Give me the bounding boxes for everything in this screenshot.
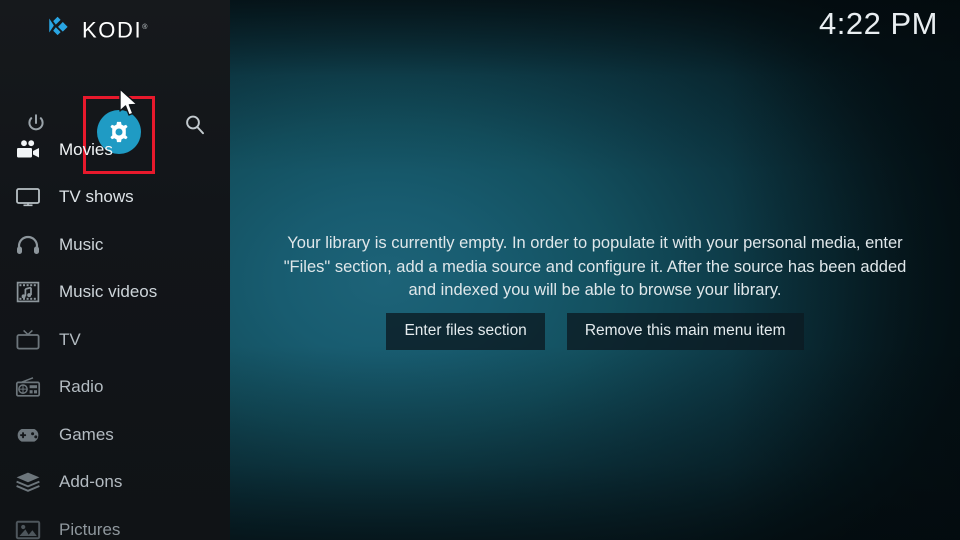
sidebar-item-label: Games: [59, 424, 114, 444]
sidebar-item-tv[interactable]: TV: [0, 316, 230, 364]
app-name: KODI®: [82, 17, 148, 43]
trademark-symbol: ®: [142, 24, 148, 31]
clock: 4:22 PM: [819, 6, 938, 41]
sidebar-item-games[interactable]: Games: [0, 411, 230, 459]
sidebar-item-label: TV shows: [59, 187, 134, 207]
sidebar-item-radio[interactable]: Radio: [0, 364, 230, 412]
main-content-area: Your library is currently empty. In orde…: [230, 0, 960, 540]
movie-camera-icon: [8, 135, 48, 165]
sidebar-item-label: Radio: [59, 377, 104, 397]
sidebar-item-label: Music: [59, 234, 104, 254]
sidebar-item-tv-shows[interactable]: TV shows: [0, 174, 230, 222]
sidebar-item-music[interactable]: Music: [0, 221, 230, 269]
action-button-group: Enter files section Remove this main men…: [230, 313, 960, 350]
sidebar-item-label: Pictures: [59, 519, 121, 539]
television-icon: [8, 182, 48, 212]
sidebar-item-movies[interactable]: Movies: [0, 126, 230, 174]
sidebar-item-label: Add-ons: [59, 472, 123, 492]
gamepad-icon: [8, 420, 48, 450]
headphones-icon: [8, 230, 48, 260]
film-music-icon: [8, 277, 48, 307]
main-menu: Movies TV shows Music Music videos TV Ra…: [0, 126, 230, 540]
remove-main-menu-item-button[interactable]: Remove this main menu item: [566, 313, 804, 350]
sidebar-item-pictures[interactable]: Pictures: [0, 506, 230, 540]
tv-antenna-icon: [8, 325, 48, 355]
sidebar-top-actions: [0, 48, 230, 174]
sidebar-item-music-videos[interactable]: Music videos: [0, 269, 230, 317]
sidebar-item-label: Music videos: [59, 282, 158, 302]
empty-library-message: Your library is currently empty. In orde…: [283, 234, 907, 299]
radio-icon: [8, 372, 48, 402]
app-logo: KODI®: [44, 14, 147, 44]
sidebar-item-label: TV: [59, 329, 81, 349]
sidebar-item-add-ons[interactable]: Add-ons: [0, 459, 230, 507]
picture-icon: [8, 515, 48, 540]
kodi-logo-icon: [49, 16, 68, 36]
open-box-icon: [8, 467, 48, 497]
enter-files-section-button[interactable]: Enter files section: [386, 313, 545, 350]
sidebar: KODI® Movies TV shows Music Music videos…: [0, 0, 230, 540]
sidebar-item-label: Movies: [59, 139, 113, 159]
